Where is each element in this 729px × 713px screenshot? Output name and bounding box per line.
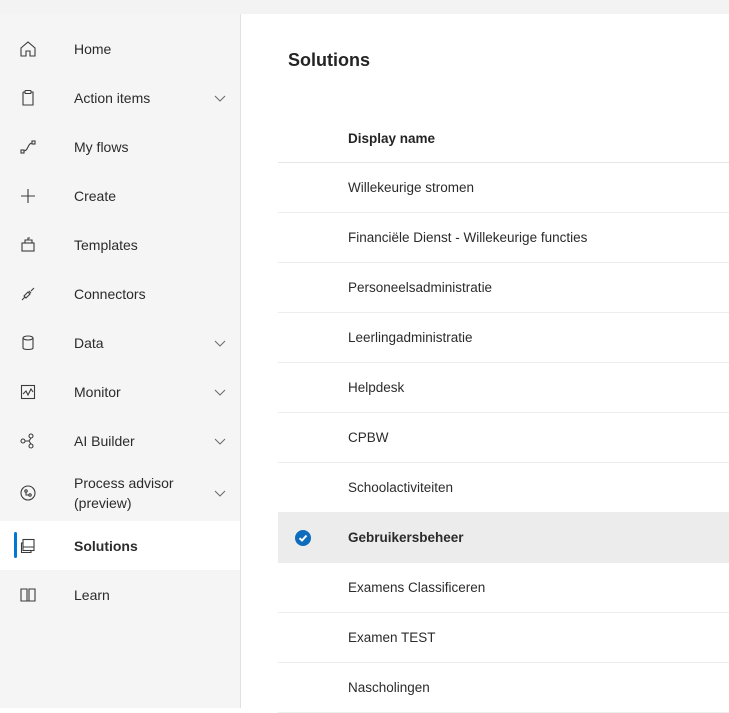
sidebar-item-label: Action items bbox=[74, 89, 151, 106]
sidebar-item-connectors[interactable]: Connectors bbox=[0, 269, 240, 318]
sidebar-item-label: Connectors bbox=[74, 285, 146, 302]
sidebar-item-learn[interactable]: Learn bbox=[0, 570, 240, 619]
sidebar-item-label: Templates bbox=[74, 236, 138, 253]
table-row[interactable]: Personeelsadministratie bbox=[278, 263, 729, 313]
sidebar-item-label: Solutions bbox=[74, 537, 138, 554]
main-content: Solutions Display name Willekeurige stro… bbox=[241, 14, 729, 713]
table-row[interactable]: Leerlingadministratie bbox=[278, 313, 729, 363]
sidebar-item-data[interactable]: Data bbox=[0, 318, 240, 367]
table-row[interactable]: Examens Classificeren bbox=[278, 563, 729, 613]
flow-icon bbox=[18, 137, 38, 157]
row-display-name: Schoolactiviteiten bbox=[348, 480, 454, 495]
row-display-name: Leerlingadministratie bbox=[348, 330, 473, 345]
top-bar bbox=[0, 0, 729, 14]
plus-icon bbox=[18, 186, 38, 206]
nav-list: Home Action items My flows Create Templa… bbox=[0, 14, 240, 619]
table-body: Willekeurige stromen Financiële Dienst - … bbox=[278, 163, 729, 713]
sidebar-item-my-flows[interactable]: My flows bbox=[0, 122, 240, 171]
row-display-name: Examens Classificeren bbox=[348, 580, 486, 595]
chevron-down-icon[interactable] bbox=[213, 336, 227, 350]
table-row[interactable]: CPBW bbox=[278, 413, 729, 463]
page-title: Solutions bbox=[288, 50, 370, 70]
sidebar-item-solutions[interactable]: Solutions bbox=[0, 521, 240, 570]
sidebar-item-action-items[interactable]: Action items bbox=[0, 73, 240, 122]
table-row[interactable]: Helpdesk bbox=[278, 363, 729, 413]
solutions-table: Display name Willekeurige stromen Financi… bbox=[278, 114, 729, 713]
column-header-display-name[interactable]: Display name bbox=[278, 114, 729, 163]
table-row[interactable]: Willekeurige stromen bbox=[278, 163, 729, 213]
monitor-icon bbox=[18, 382, 38, 402]
clipboard-icon bbox=[18, 88, 38, 108]
row-display-name: Personeelsadministratie bbox=[348, 280, 493, 295]
sidebar-item-label: Process advisor (preview) bbox=[74, 475, 174, 511]
chevron-down-icon[interactable] bbox=[213, 486, 227, 500]
sidebar-item-ai-builder[interactable]: AI Builder bbox=[0, 416, 240, 465]
chevron-down-icon[interactable] bbox=[213, 385, 227, 399]
row-display-name: Helpdesk bbox=[348, 380, 405, 395]
process-advisor-icon bbox=[18, 483, 38, 503]
templates-icon bbox=[18, 235, 38, 255]
table-row[interactable]: Financiële Dienst - Willekeurige functie… bbox=[278, 213, 729, 263]
book-icon bbox=[18, 585, 38, 605]
sidebar-item-templates[interactable]: Templates bbox=[0, 220, 240, 269]
checkmark-icon[interactable] bbox=[295, 529, 311, 546]
sidebar-item-label: Monitor bbox=[74, 383, 121, 400]
row-display-name: Willekeurige stromen bbox=[348, 180, 475, 195]
sidebar-item-label: AI Builder bbox=[74, 432, 135, 449]
sidebar-item-label: My flows bbox=[74, 138, 129, 155]
row-display-name: CPBW bbox=[348, 430, 389, 445]
sidebar-item-create[interactable]: Create bbox=[0, 171, 240, 220]
sidebar-item-home[interactable]: Home bbox=[0, 24, 240, 73]
table-row[interactable]: Nascholingen bbox=[278, 663, 729, 713]
row-display-name: Gebruikersbeheer bbox=[348, 530, 464, 545]
chevron-down-icon[interactable] bbox=[213, 91, 227, 105]
row-display-name: Financiële Dienst - Willekeurige functie… bbox=[348, 230, 588, 245]
sidebar-item-label: Home bbox=[74, 40, 112, 57]
row-display-name: Nascholingen bbox=[348, 680, 430, 695]
solutions-icon bbox=[18, 536, 38, 556]
left-navigation: Home Action items My flows Create Templa… bbox=[0, 14, 241, 708]
ai-builder-icon bbox=[18, 431, 38, 451]
row-display-name: Examen TEST bbox=[348, 630, 436, 645]
table-row[interactable]: Examen TEST bbox=[278, 613, 729, 663]
sidebar-item-label: Data bbox=[74, 334, 104, 351]
sidebar-item-monitor[interactable]: Monitor bbox=[0, 367, 240, 416]
sidebar-item-label: Learn bbox=[74, 586, 110, 603]
home-icon bbox=[18, 39, 38, 59]
sidebar-item-process-advisor[interactable]: Process advisor (preview) bbox=[0, 465, 240, 521]
table-row[interactable]: Schoolactiviteiten bbox=[278, 463, 729, 513]
sidebar-item-label: Create bbox=[74, 187, 117, 204]
chevron-down-icon[interactable] bbox=[213, 434, 227, 448]
database-icon bbox=[18, 333, 38, 353]
table-row[interactable]: Gebruikersbeheer bbox=[278, 513, 729, 563]
connector-icon bbox=[18, 284, 38, 304]
